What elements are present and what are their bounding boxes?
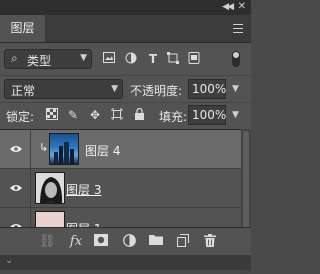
blend-mode-value: 正常 [11, 84, 36, 98]
eye-icon [10, 146, 22, 152]
panel-bottom-edge: ⌄ [0, 255, 251, 270]
tab-layers[interactable]: 图层 [0, 15, 45, 42]
layer-thumbnail[interactable] [49, 133, 79, 165]
lock-row: 锁定: ✎ ✥ 填充: 100% ▼ [0, 102, 251, 127]
filter-kind-label: 类型 [27, 54, 52, 68]
panel-menu-icon[interactable] [233, 24, 243, 33]
fill-dropdown-icon[interactable]: ▼ [232, 110, 239, 120]
opacity-dropdown-icon[interactable]: ▼ [232, 84, 239, 94]
blend-row: 正常 ▼ 不透明度: 100% ▼ [0, 75, 251, 100]
clipping-arrow-icon: ↳ [39, 141, 49, 154]
fill-field[interactable]: 100% [188, 105, 226, 125]
blend-mode-select[interactable]: 正常 ▼ [4, 79, 123, 99]
new-layer-icon[interactable] [175, 233, 191, 250]
fx-icon[interactable]: fx [68, 234, 84, 250]
lock-all-icon[interactable] [132, 107, 146, 122]
layer-name[interactable]: 图层 3 [66, 181, 101, 198]
lock-artboard-icon[interactable] [110, 108, 124, 122]
filter-row: ⌕ 类型 ▼ T [0, 47, 251, 71]
type-filter-icon[interactable]: T [146, 52, 160, 66]
smart-object-filter-icon[interactable] [187, 52, 201, 66]
fill-label: 填充: [159, 110, 188, 124]
adjustment-filter-icon[interactable] [124, 52, 138, 66]
layer-row[interactable]: 图层 3 [0, 169, 241, 208]
image-filter-icon[interactable] [102, 52, 116, 66]
search-icon: ⌕ [11, 51, 18, 65]
panel-tab-bar: 图层 [0, 15, 251, 43]
shape-filter-icon[interactable] [166, 52, 180, 66]
lock-position-icon[interactable]: ✥ [88, 108, 102, 122]
chevron-down-icon: ▼ [80, 53, 87, 63]
close-panel-icon[interactable]: ✕ [238, 1, 246, 12]
collapse-panel-icon[interactable]: ◀◀ [222, 2, 234, 12]
visibility-toggle[interactable] [0, 169, 31, 207]
panel-top-strip: ◀◀ ✕ [0, 0, 251, 15]
chevron-down-icon: ▼ [111, 84, 118, 94]
lock-image-pixels-icon[interactable]: ✎ [66, 108, 80, 122]
add-mask-icon[interactable] [93, 234, 109, 250]
visibility-toggle[interactable] [0, 130, 31, 168]
lock-label: 锁定: [6, 110, 35, 124]
layer-thumbnail[interactable] [35, 172, 65, 204]
new-group-icon[interactable] [148, 234, 164, 250]
opacity-field[interactable]: 100% [188, 79, 226, 99]
delete-layer-icon[interactable] [202, 234, 218, 250]
filter-kind-select[interactable]: ⌕ 类型 ▼ [4, 49, 92, 69]
lock-transparent-pixels-icon[interactable] [45, 108, 59, 122]
layer-row[interactable]: ↳ 图层 4 [0, 130, 241, 169]
layer-name[interactable]: 图层 4 [85, 142, 120, 159]
eye-icon [10, 185, 22, 191]
layers-panel: ⌕ 类型 ▼ T 正常 ▼ 不透明度: 100% ▼ 锁定: ✎ ✥ 填充: 1… [0, 43, 251, 273]
opacity-label: 不透明度: [130, 84, 183, 98]
new-adjustment-layer-icon[interactable] [121, 234, 137, 250]
layers-footer-toolbar: ⛓ fx [0, 227, 251, 256]
filter-toggle-switch[interactable] [232, 51, 240, 67]
link-layers-icon[interactable]: ⛓ [39, 234, 56, 250]
resize-grip-icon[interactable]: ⌄ [5, 255, 13, 266]
